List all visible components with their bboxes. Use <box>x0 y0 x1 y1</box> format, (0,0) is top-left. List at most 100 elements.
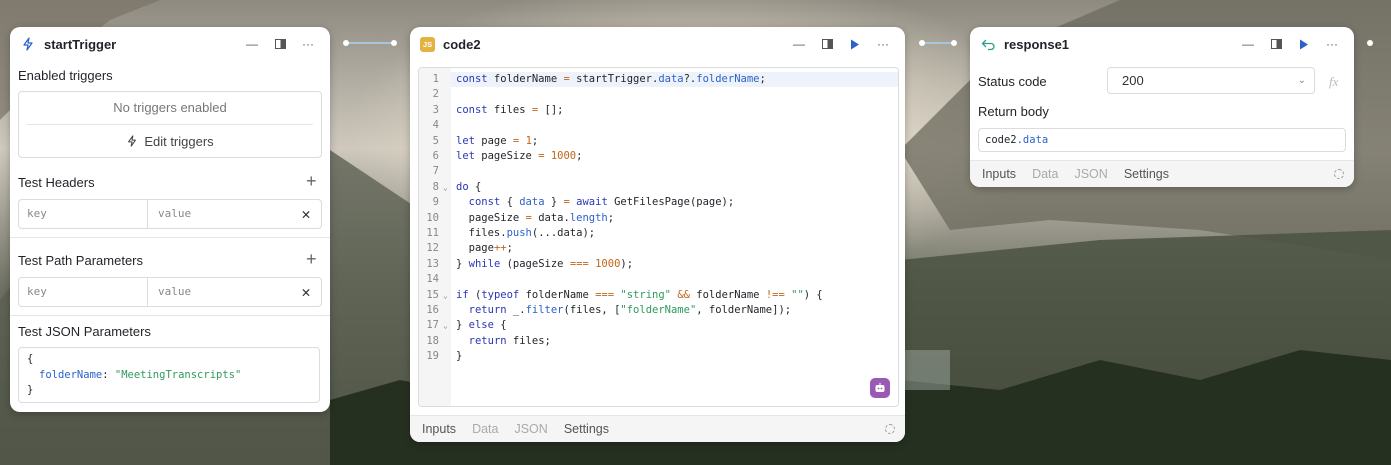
more-options-button[interactable]: ··· <box>869 33 897 55</box>
return-body-prefix: code2 <box>985 134 1017 146</box>
edit-triggers-button[interactable]: Edit triggers <box>19 125 321 157</box>
line-number: 17 <box>426 319 439 332</box>
fold-icon[interactable]: ⌄ <box>443 318 448 333</box>
header-row: key value ✕ <box>18 199 322 229</box>
line-number: 10 <box>426 211 439 224</box>
line-number: 9 <box>432 196 439 209</box>
line-number: 5 <box>432 134 439 147</box>
return-arrow-icon <box>980 36 996 52</box>
no-triggers-text: No triggers enabled <box>113 100 227 115</box>
connector-port[interactable] <box>391 40 397 46</box>
panel-title: startTrigger <box>44 36 117 52</box>
line-number: 15 <box>426 288 439 301</box>
line-number: 1 <box>432 73 439 85</box>
split-view-button[interactable] <box>266 33 294 55</box>
run-button[interactable] <box>841 33 869 55</box>
tab-data[interactable]: Data <box>472 422 498 436</box>
test-json-params-label: Test JSON Parameters <box>18 324 151 339</box>
path-param-key-input[interactable]: key <box>19 278 148 306</box>
header-value-input[interactable]: value <box>148 200 291 228</box>
tab-json[interactable]: JSON <box>1074 167 1107 181</box>
tab-settings[interactable]: Settings <box>564 422 609 436</box>
fold-icon[interactable]: ⌄ <box>443 180 448 195</box>
add-header-button[interactable]: + <box>306 171 317 192</box>
line-number: 13 <box>426 257 439 270</box>
return-body-input[interactable]: code2.data <box>978 128 1346 152</box>
edit-triggers-label: Edit triggers <box>144 133 214 149</box>
enabled-triggers-label: Enabled triggers <box>18 68 113 83</box>
js-icon: JS <box>420 36 435 52</box>
triggers-box: No triggers enabled Edit triggers <box>18 91 322 158</box>
lightning-icon <box>20 36 36 52</box>
connector-port[interactable] <box>343 40 349 46</box>
line-number: 12 <box>426 242 439 255</box>
fx-icon[interactable]: fx <box>1329 74 1338 90</box>
panel-header: response1 — ··· <box>970 27 1354 61</box>
test-path-params-label: Test Path Parameters <box>18 253 143 268</box>
line-number: 14 <box>426 273 439 286</box>
header-key-input[interactable]: key <box>19 200 148 228</box>
close-icon[interactable]: ✕ <box>291 278 321 306</box>
minimize-button[interactable]: — <box>238 33 266 55</box>
split-view-button[interactable] <box>813 33 841 55</box>
close-icon[interactable]: ✕ <box>291 200 321 228</box>
start-trigger-panel: startTrigger — ··· Enabled triggers No t… <box>10 27 330 412</box>
json-open-brace: { <box>27 353 34 365</box>
lightning-icon <box>128 135 137 147</box>
line-number: 6 <box>432 150 439 162</box>
panel-title: code2 <box>443 36 481 52</box>
tab-json[interactable]: JSON <box>514 422 547 436</box>
line-number: 4 <box>432 119 439 132</box>
fold-icon[interactable]: ⌄ <box>443 288 448 303</box>
tab-data[interactable]: Data <box>1032 167 1058 181</box>
panel-tabs: Inputs Data JSON Settings <box>410 415 905 442</box>
minimize-button[interactable]: — <box>1234 33 1262 55</box>
path-param-row: key value ✕ <box>18 277 322 307</box>
panel-header: startTrigger — ··· <box>10 27 330 61</box>
run-button[interactable] <box>1290 33 1318 55</box>
connector-line <box>346 42 394 44</box>
json-close-brace: } <box>27 384 34 396</box>
line-number: 16 <box>426 304 439 316</box>
connector-port[interactable] <box>1367 40 1373 46</box>
return-body-suffix: .data <box>1016 134 1049 146</box>
tab-inputs[interactable]: Inputs <box>422 422 456 436</box>
line-number: 11 <box>426 227 439 239</box>
panel-header: JS code2 — ··· <box>410 27 905 61</box>
json-colon: : <box>102 368 109 381</box>
status-code-value: 200 <box>1122 73 1144 88</box>
chevron-down-icon: ⌄ <box>1297 75 1306 86</box>
json-key: folderName <box>39 368 103 381</box>
status-code-select[interactable]: 200 ⌄ <box>1107 67 1315 94</box>
code-editor[interactable]: 1 const folderName = startTrigger.data?.f… <box>418 67 899 407</box>
return-body-label: Return body <box>978 104 1049 119</box>
connector-port[interactable] <box>919 40 925 46</box>
minimize-button[interactable]: — <box>785 33 813 55</box>
connector-line <box>922 42 954 44</box>
line-number: 8 <box>432 180 439 193</box>
path-param-value-input[interactable]: value <box>148 278 291 306</box>
ai-assistant-icon[interactable] <box>870 378 890 398</box>
more-options-button[interactable]: ··· <box>1318 33 1346 55</box>
test-headers-label: Test Headers <box>18 175 95 190</box>
code2-panel: JS code2 — ··· 1 const folderName = start… <box>410 27 905 442</box>
split-view-button[interactable] <box>1262 33 1290 55</box>
line-number: 7 <box>432 165 439 178</box>
tab-settings[interactable]: Settings <box>1124 167 1169 181</box>
connector-port[interactable] <box>951 40 957 46</box>
json-params-editor[interactable]: { folderName: "MeetingTranscripts" } <box>18 347 320 403</box>
status-code-label: Status code <box>978 74 1047 89</box>
line-number: 19 <box>426 350 439 363</box>
line-number: 3 <box>432 103 439 116</box>
add-path-param-button[interactable]: + <box>306 249 317 270</box>
panel-tabs: Inputs Data JSON Settings <box>970 160 1354 187</box>
loading-icon <box>885 424 895 434</box>
json-value: "MeetingTranscripts" <box>114 368 242 381</box>
tab-inputs[interactable]: Inputs <box>982 167 1016 181</box>
more-options-button[interactable]: ··· <box>294 33 322 55</box>
line-number: 2 <box>432 88 439 101</box>
loading-icon <box>1334 169 1344 179</box>
panel-title: response1 <box>1004 36 1070 52</box>
line-number: 18 <box>426 334 439 347</box>
response1-panel: response1 — ··· Status code 200 ⌄ fx Ret… <box>970 27 1354 187</box>
